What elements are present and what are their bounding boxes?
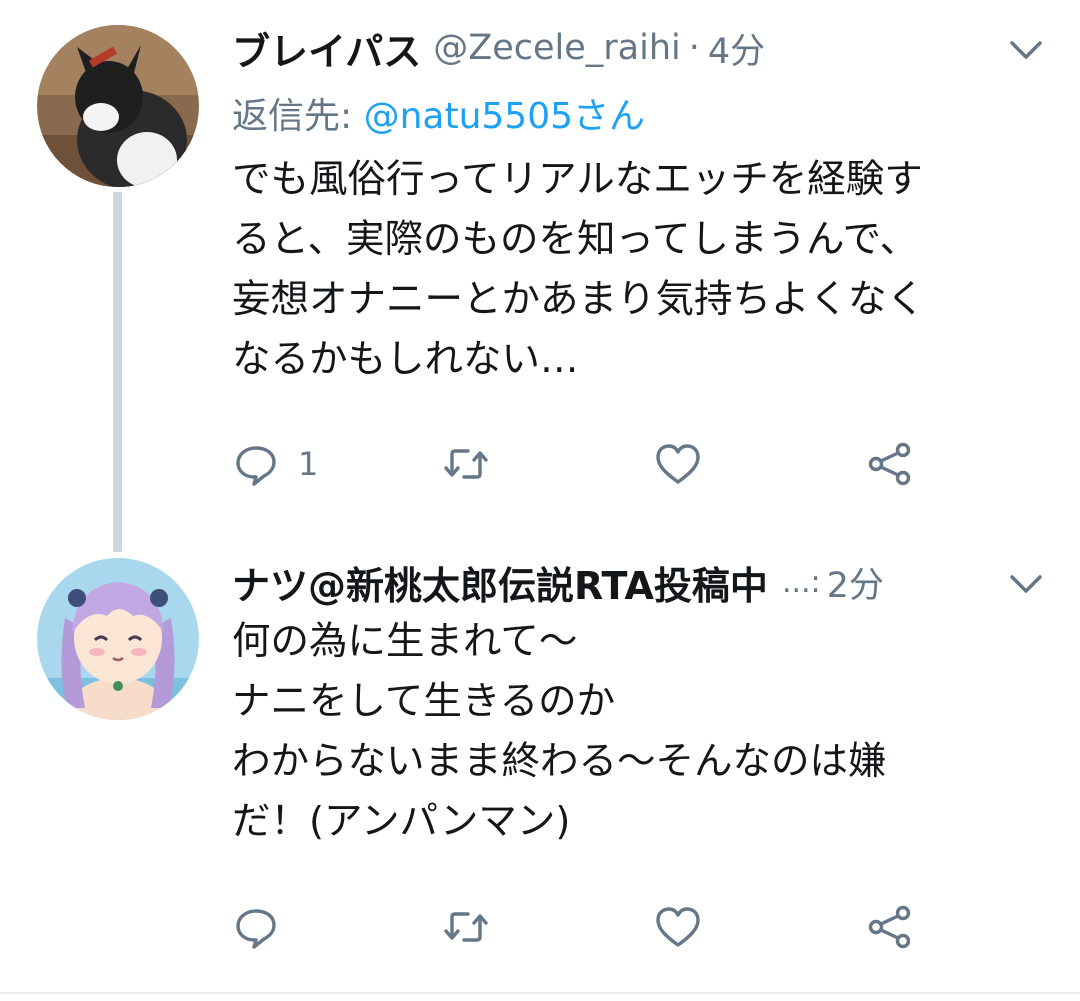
retweet-button[interactable] — [442, 434, 490, 494]
chevron-down-icon[interactable] — [1008, 38, 1044, 62]
display-name[interactable]: ナツ@新桃太郎伝説RTA投稿中 — [232, 555, 768, 610]
timestamp[interactable]: 2分 — [827, 557, 884, 608]
tweet-2[interactable]: ナツ@新桃太郎伝説RTA投稿中 ...: 2分 何の為に生まれて〜 ナニをして生… — [0, 540, 1080, 992]
like-button[interactable] — [654, 434, 702, 494]
reply-button[interactable] — [232, 897, 298, 957]
reply-button[interactable]: 1 — [232, 434, 318, 494]
tweet-text: でも風俗行ってリアルなエッチを経験す ると、実際のものを知ってしまうんで、 妄想… — [232, 150, 1052, 390]
avatar[interactable] — [37, 25, 199, 187]
reply-icon — [236, 446, 276, 486]
name-truncation: ...: — [781, 564, 821, 600]
retweet-icon — [444, 449, 488, 479]
tweet-header: ナツ@新桃太郎伝説RTA投稿中 ...: 2分 — [232, 552, 992, 612]
retweet-button[interactable] — [442, 897, 490, 957]
reply-mention-link[interactable]: @natu5505さん — [364, 96, 645, 137]
display-name[interactable]: ブレイパス — [232, 21, 421, 76]
anime-girl-avatar-image — [37, 558, 199, 720]
reply-to-line: 返信先: @natu5505さん — [232, 87, 645, 139]
separator-dot: · — [688, 28, 700, 68]
tweet-1[interactable]: ブレイパス @Zecele_raihi · 4分 返信先: @natu5505さ… — [0, 0, 1080, 552]
chevron-down-icon[interactable] — [1008, 572, 1044, 596]
share-icon — [868, 905, 911, 949]
retweet-icon — [444, 912, 488, 942]
tweet-text-line: ナニをして生きるのか — [232, 679, 616, 724]
tweet-text-line: 何の為に生まれて〜 — [232, 619, 578, 664]
thread-connector-line — [113, 192, 122, 552]
user-handle[interactable]: @Zecele_raihi — [433, 28, 681, 68]
like-icon — [656, 907, 700, 947]
reply-icon — [236, 909, 276, 949]
action-bar: 1 — [232, 434, 932, 494]
share-button[interactable] — [866, 434, 914, 494]
share-button[interactable] — [866, 897, 914, 957]
tweet-text-line: だ！(アンパンマン) — [232, 799, 571, 844]
share-icon — [868, 442, 911, 486]
tweet-text-line: 妄想オナニーとかあまり気持ちよくなく — [232, 277, 926, 322]
tweet-header: ブレイパス @Zecele_raihi · 4分 — [232, 18, 1032, 78]
reply-count: 1 — [298, 445, 319, 483]
divider — [0, 992, 1080, 994]
like-button[interactable] — [654, 897, 702, 957]
tweet-text: 何の為に生まれて〜 ナニをして生きるのか わからないまま終わる〜そんなのは嫌 だ… — [232, 612, 1052, 852]
reply-to-label: 返信先: — [232, 96, 353, 137]
avatar[interactable] — [37, 558, 199, 720]
like-icon — [656, 444, 700, 484]
cat-photo-avatar-image — [37, 25, 199, 187]
action-bar — [232, 897, 932, 957]
tweet-text-line: でも風俗行ってリアルなエッチを経験す — [232, 157, 923, 202]
tweet-text-line: なるかもしれない… — [232, 337, 579, 382]
timestamp[interactable]: 4分 — [708, 23, 765, 74]
tweet-text-line: わからないまま終わる〜そんなのは嫌 — [232, 739, 887, 784]
tweet-text-line: ると、実際のものを知ってしまうんで、 — [232, 217, 919, 262]
